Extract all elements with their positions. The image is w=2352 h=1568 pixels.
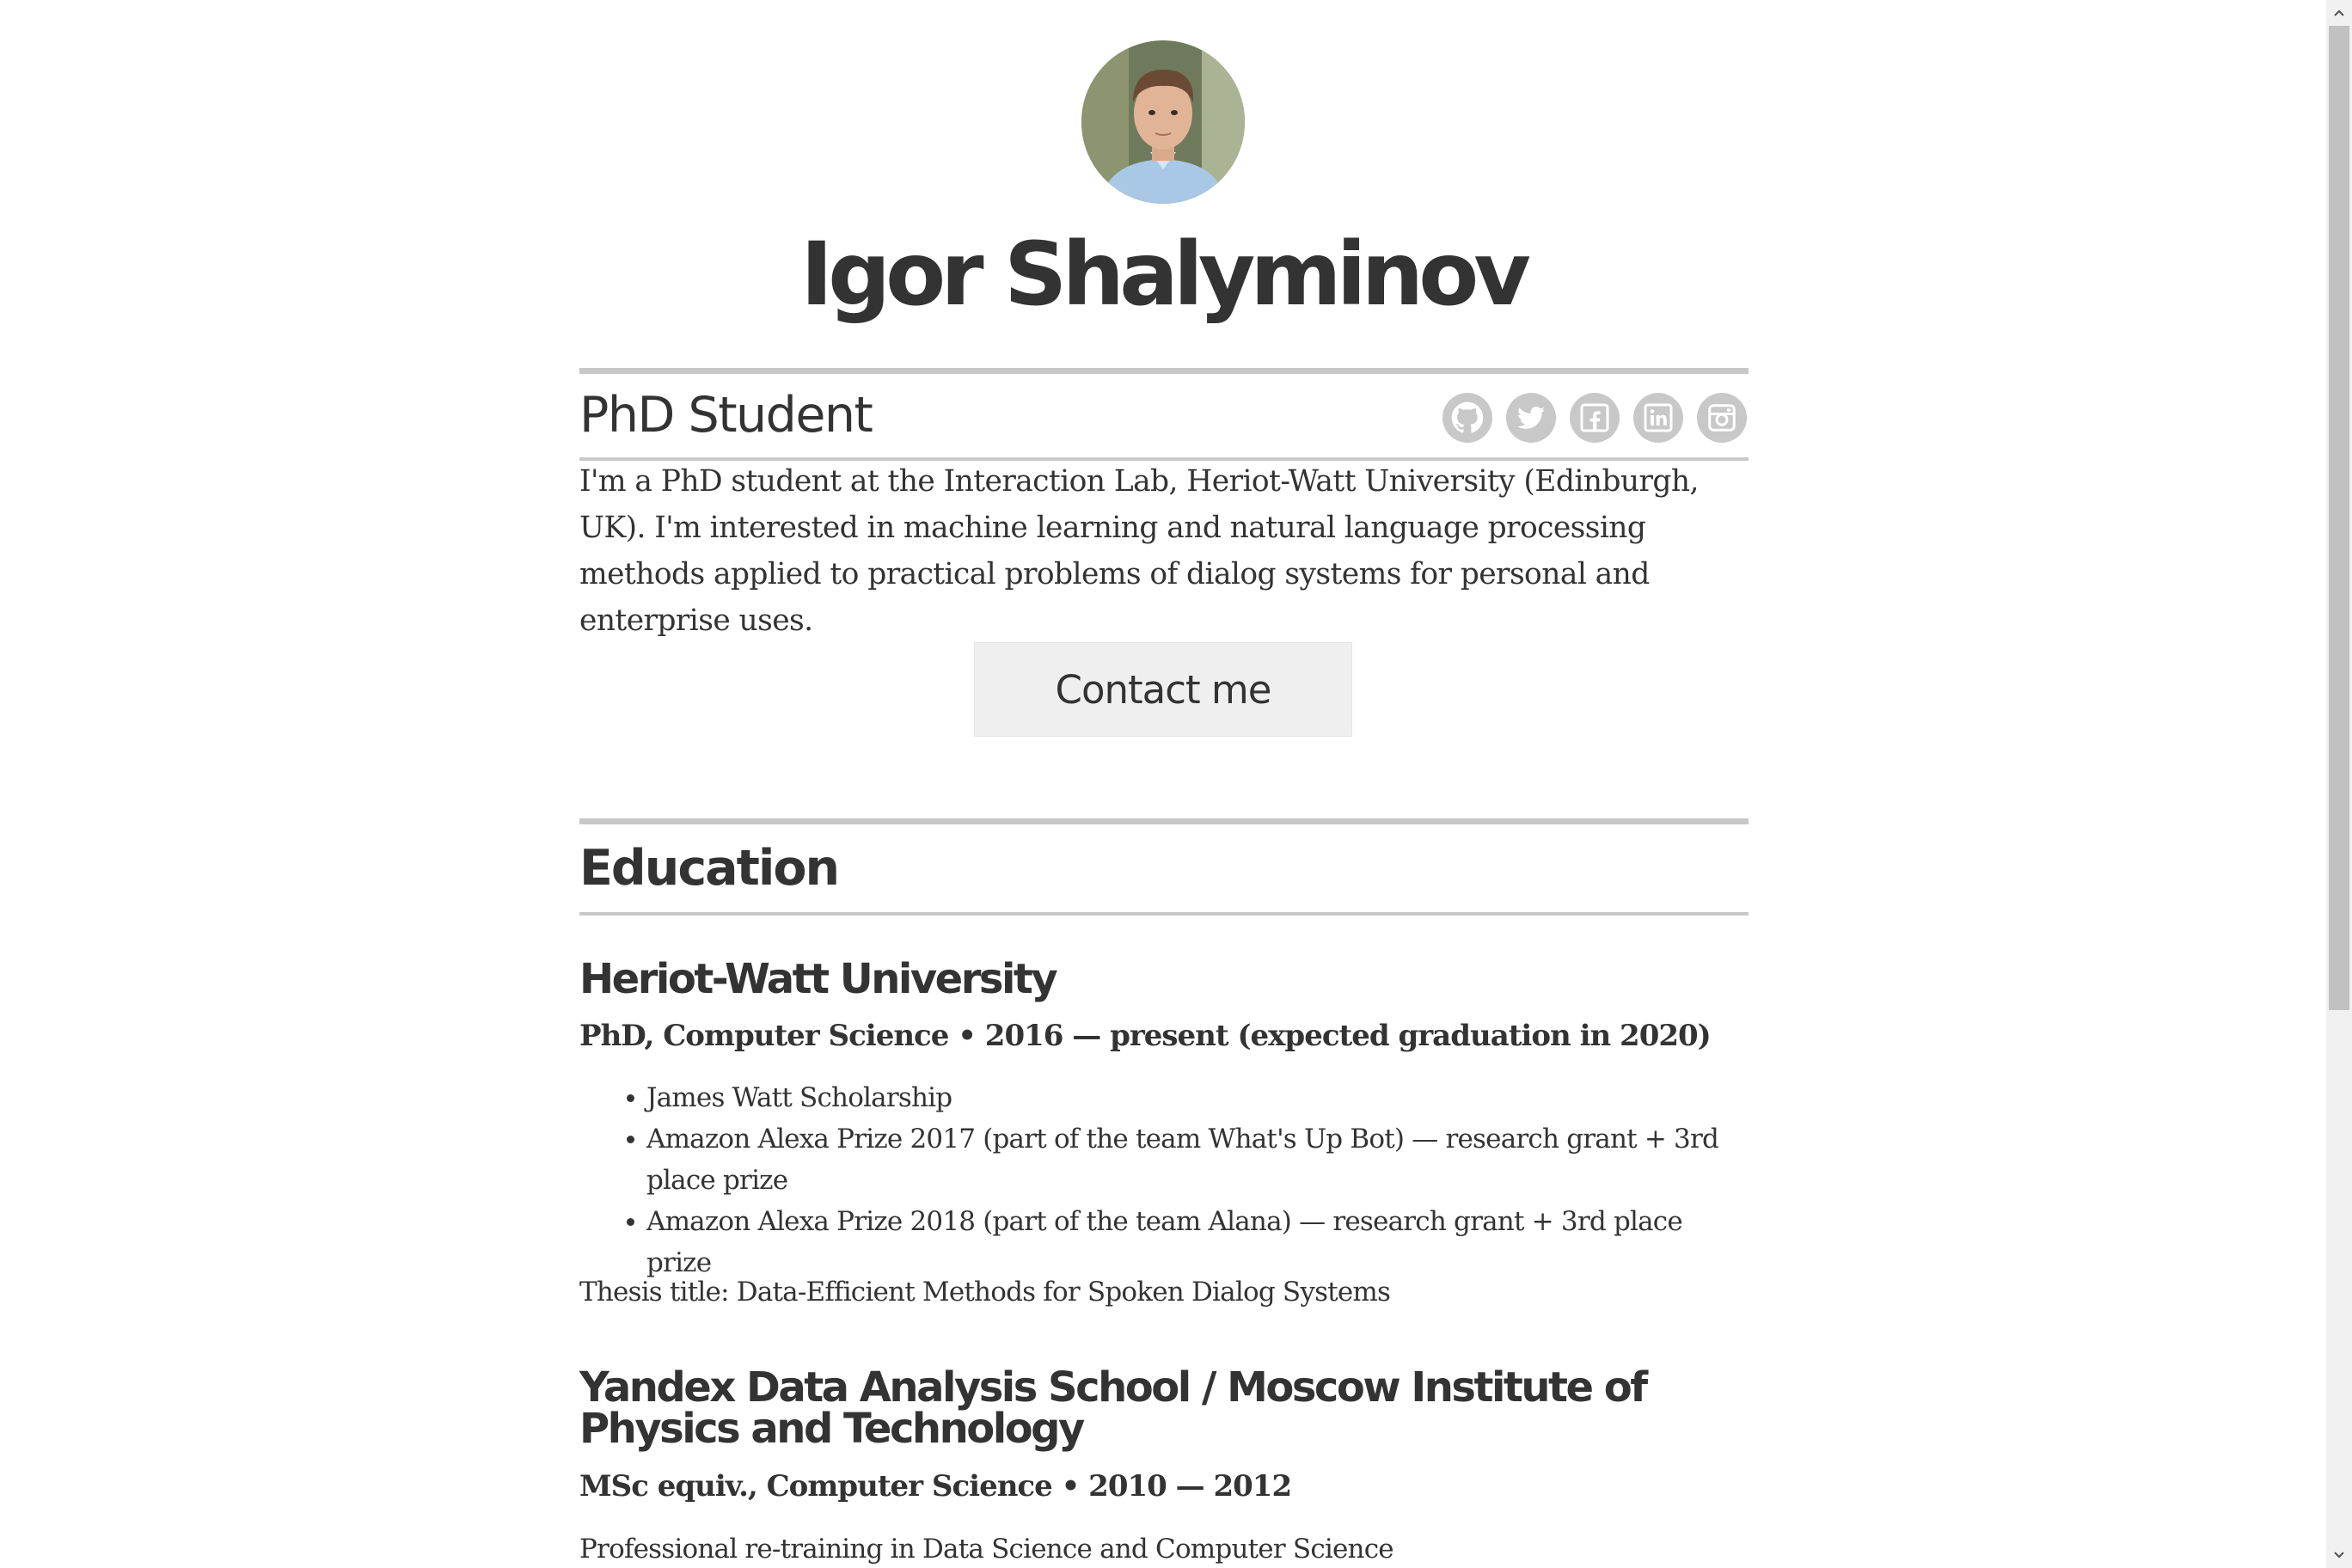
education-bottom-divider <box>579 912 1749 916</box>
institution-yandex-mipt: Yandex Data Analysis School / Moscow Ins… <box>579 1363 1648 1453</box>
section-title-education: Education <box>579 840 840 897</box>
instagram-icon <box>1708 404 1736 432</box>
program-description: Professional re-training in Data Science… <box>579 1534 1394 1565</box>
resume-page: Igor Shalyminov PhD Student I'm a PhD st… <box>0 0 2326 1568</box>
avatar <box>1081 40 1245 204</box>
thesis-title: Thesis title: Data-Efficient Methods for… <box>579 1277 1391 1308</box>
facebook-link[interactable] <box>1570 393 1620 443</box>
bio-text: I'm a PhD student at the Interaction Lab… <box>579 464 1699 638</box>
scroll-up-arrow[interactable] <box>2326 0 2352 26</box>
scroll-down-arrow[interactable] <box>2326 1542 2352 1568</box>
linkedin-icon <box>1644 403 1673 432</box>
chevron-up-icon <box>2334 9 2344 16</box>
awards-list: James Watt Scholarship Amazon Alexa Priz… <box>627 1077 1730 1283</box>
scroll-thumb[interactable] <box>2329 26 2349 1010</box>
list-item: James Watt Scholarship <box>627 1077 1730 1118</box>
institution-heriot-watt: Heriot-Watt University <box>579 955 1058 1003</box>
degree-phd: PhD, Computer Science • 2016 — present (… <box>579 1019 1712 1053</box>
github-icon <box>1451 401 1484 433</box>
github-link[interactable] <box>1442 393 1492 443</box>
contact-me-button[interactable]: Contact me <box>974 642 1352 737</box>
facebook-icon <box>1580 403 1609 432</box>
twitter-icon <box>1517 407 1545 429</box>
education-top-divider <box>579 818 1749 824</box>
vertical-scrollbar[interactable] <box>2326 0 2352 1568</box>
list-item: Amazon Alexa Prize 2017 (part of the tea… <box>627 1118 1730 1201</box>
header-divider <box>579 368 1749 374</box>
degree-msc: MSc equiv., Computer Science • 2010 — 20… <box>579 1469 1292 1504</box>
instagram-link[interactable] <box>1697 393 1747 443</box>
linkedin-link[interactable] <box>1633 393 1683 443</box>
chevron-down-icon <box>2334 1552 2344 1559</box>
job-title: PhD Student <box>579 387 873 444</box>
profile-name: Igor Shalyminov <box>800 224 1531 326</box>
twitter-link[interactable] <box>1506 393 1556 443</box>
